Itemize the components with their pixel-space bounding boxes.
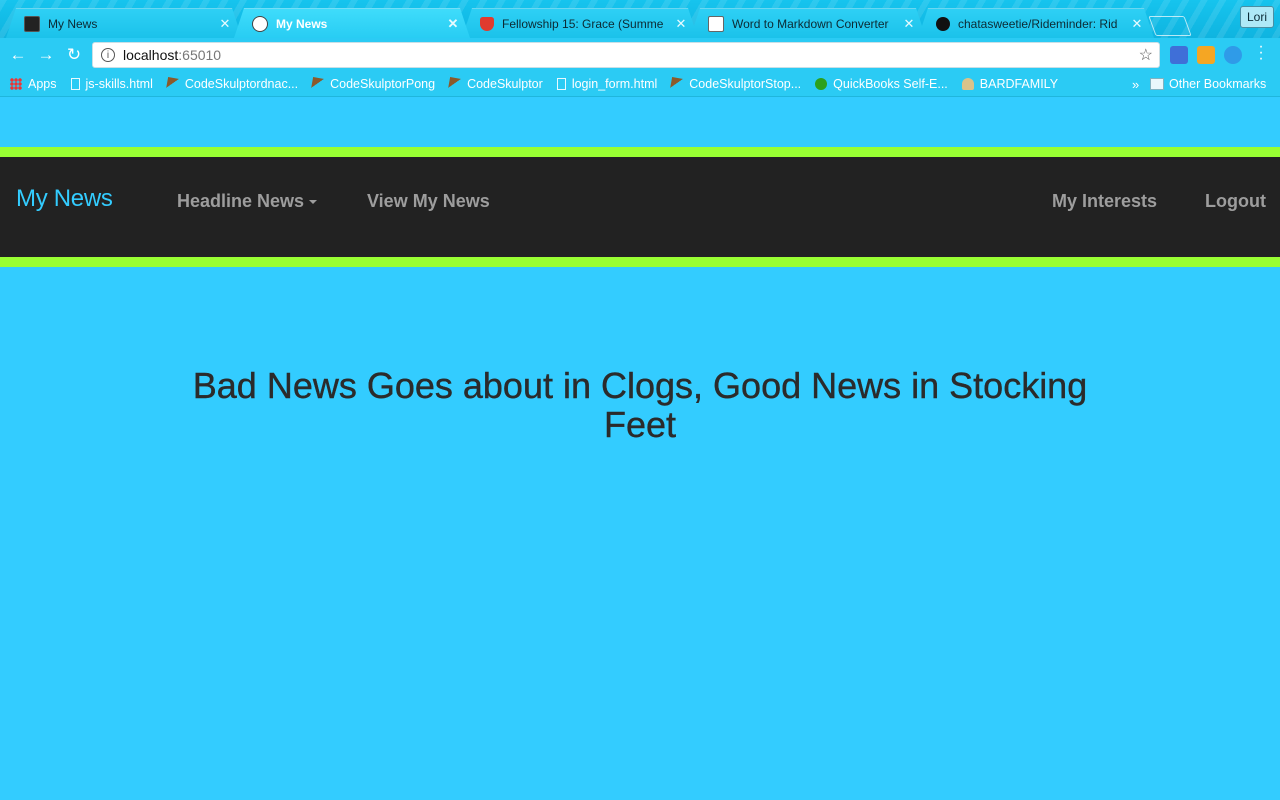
bookmark-item[interactable]: CodeSkulptordnac...: [165, 77, 299, 91]
cloud-icon[interactable]: [1224, 46, 1242, 64]
brand-link[interactable]: My News: [16, 185, 113, 213]
browser-tab[interactable]: Word to Markdown Converter ✕: [690, 8, 926, 38]
tab-title: Fellowship 15: Grace (Summe: [502, 16, 664, 31]
tab-title: chatasweetie/Rideminder: Rid: [958, 16, 1118, 31]
headline-news-label: Headline News: [177, 191, 305, 211]
amazon-icon[interactable]: [1197, 46, 1215, 64]
browser-tab-active[interactable]: My News ✕: [234, 8, 470, 38]
new-tab-button[interactable]: [1148, 16, 1192, 36]
page-content: My News Headline News View My News My In…: [0, 97, 1280, 800]
document-icon: [708, 16, 724, 32]
address-host: localhost: [123, 47, 179, 63]
profile-button[interactable]: Lori: [1240, 6, 1274, 28]
headline-news-dropdown[interactable]: Headline News: [177, 191, 318, 212]
apps-icon: [10, 78, 22, 90]
browser-tab-strip: My News ✕ My News ✕ Fellowship 15: Grace…: [0, 0, 1280, 38]
tab-title: Word to Markdown Converter: [732, 16, 889, 31]
bookmark-item[interactable]: CodeSkulptorStop...: [670, 77, 802, 91]
menu-dots-icon[interactable]: · · ·: [1256, 39, 1266, 67]
address-bar[interactable]: i localhost:65010 ☆: [92, 42, 1160, 68]
bookmark-label: CodeSkulptordnac...: [184, 77, 299, 91]
reload-icon[interactable]: ↻: [64, 45, 84, 65]
hammer-icon: [448, 77, 463, 91]
info-icon[interactable]: i: [101, 48, 115, 62]
quickbooks-icon: [815, 78, 828, 90]
bookmark-item[interactable]: QuickBooks Self-E...: [815, 77, 948, 91]
site-navbar: My News Headline News View My News My In…: [0, 147, 1280, 267]
reddit-icon: [252, 16, 268, 32]
forward-arrow-icon[interactable]: →: [36, 45, 56, 65]
tab-close-icon[interactable]: ✕: [446, 16, 460, 32]
view-my-news-link[interactable]: View My News: [367, 191, 490, 212]
hammer-icon: [670, 77, 685, 91]
terminal-icon: [24, 16, 40, 32]
shield-icon: [480, 17, 494, 31]
caret-down-icon: [309, 200, 318, 205]
other-bookmarks-folder[interactable]: Other Bookmarks: [1150, 72, 1266, 96]
tab-title: My News: [48, 16, 98, 31]
tab-close-icon[interactable]: ✕: [218, 16, 232, 32]
tab-title: My News: [276, 16, 328, 31]
document-icon: [556, 78, 566, 90]
bookmark-item[interactable]: CodeSkulptorPong: [311, 77, 436, 91]
bookmark-label: CodeSkulptorPong: [330, 77, 436, 91]
folder-icon: [1150, 78, 1164, 90]
tab-close-icon[interactable]: ✕: [1130, 16, 1144, 32]
browser-tab[interactable]: chatasweetie/Rideminder: Rid ✕: [918, 8, 1154, 38]
bookmark-item[interactable]: Apps: [10, 77, 57, 91]
hammer-icon: [165, 77, 180, 91]
bookmarks-bar: Apps js-skills.html CodeSkulptordnac... …: [0, 72, 1280, 97]
browser-tab[interactable]: My News ✕: [6, 8, 242, 38]
bookmark-label: Apps: [28, 77, 57, 91]
my-interests-link[interactable]: My Interests: [1052, 191, 1157, 212]
bookmark-label: login_form.html: [571, 77, 658, 91]
bookmark-label: BARDFAMILY: [979, 77, 1059, 91]
bookmarks-overflow-button[interactable]: »: [1132, 72, 1139, 96]
tab-close-icon[interactable]: ✕: [902, 16, 916, 32]
bookmark-label: CodeSkulptor: [467, 77, 543, 91]
extension-window-icon[interactable]: [1170, 46, 1188, 64]
bookmark-label: QuickBooks Self-E...: [833, 77, 948, 91]
bookmark-item[interactable]: CodeSkulptor: [448, 77, 543, 91]
bookmark-item[interactable]: login_form.html: [556, 77, 658, 91]
bookmark-star-icon[interactable]: ☆: [1139, 45, 1153, 65]
family-tree-icon: [961, 78, 974, 90]
bookmark-item[interactable]: js-skills.html: [70, 77, 153, 91]
hammer-icon: [311, 77, 326, 91]
other-bookmarks-label: Other Bookmarks: [1169, 77, 1267, 91]
browser-tab[interactable]: Fellowship 15: Grace (Summe ✕: [462, 8, 698, 38]
document-icon: [70, 78, 80, 90]
address-port: :65010: [178, 47, 222, 63]
bookmark-label: CodeSkulptorStop...: [689, 77, 802, 91]
page-headline: Bad News Goes about in Clogs, Good News …: [192, 365, 1088, 446]
tab-close-icon[interactable]: ✕: [674, 16, 688, 32]
github-icon: [936, 17, 950, 31]
bookmark-label: js-skills.html: [85, 77, 153, 91]
logout-link[interactable]: Logout: [1205, 191, 1266, 212]
back-arrow-icon[interactable]: ←: [8, 45, 28, 65]
bookmark-item[interactable]: BARDFAMILY: [961, 77, 1059, 91]
